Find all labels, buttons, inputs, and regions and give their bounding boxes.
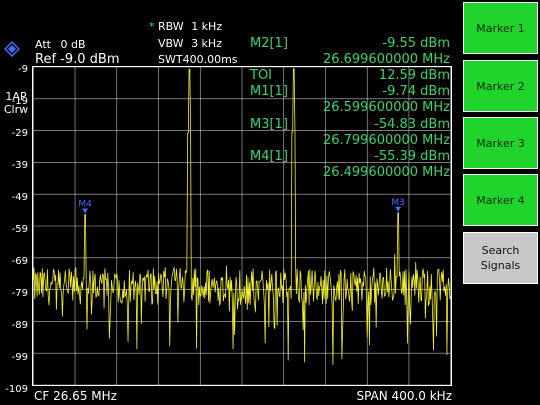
- att-label: Att: [35, 38, 51, 51]
- search-signals-line1: Search: [481, 244, 520, 257]
- marker-m4-label: M4: [78, 200, 92, 210]
- m4-level: -55.39 dBm: [374, 149, 450, 164]
- y-tick-label: -79: [11, 288, 28, 299]
- vbw-row: VBW 3 kHz: [158, 37, 222, 50]
- y-tick-label: -69: [11, 256, 28, 267]
- vbw-value: 3 kHz: [191, 37, 222, 50]
- marker-m3-label: M3: [391, 198, 404, 208]
- swt-row: SWT400.00ms: [158, 53, 238, 66]
- m4-label: M4[1]: [250, 149, 288, 164]
- span: SPAN 400.0 kHz: [356, 389, 452, 403]
- y-tick-label: -109: [5, 384, 28, 395]
- instrument-logo-icon: [3, 40, 21, 60]
- swt-value: 400.00ms: [182, 53, 238, 66]
- reference-level: Ref -9.0 dBm: [35, 52, 120, 67]
- m4-freq: 26.499600000 MHz: [322, 165, 450, 180]
- m1-freq: 26.599600000 MHz: [322, 100, 450, 115]
- m1-label: M1[1]: [250, 84, 288, 99]
- rbw-row: * RBW 1 kHz: [149, 20, 222, 33]
- center-frequency: CF 26.65 MHz: [34, 389, 117, 403]
- attenuation: Att 0 dB: [35, 38, 86, 51]
- y-tick-label: -9: [18, 64, 28, 75]
- m1-level: -9.74 dBm: [382, 84, 450, 99]
- y-tick-label: -29: [11, 128, 28, 139]
- rbw-value: 1 kHz: [191, 20, 223, 33]
- search-signals-line2: Signals: [480, 259, 521, 272]
- y-tick-label: -59: [11, 224, 28, 235]
- softkey-marker-2[interactable]: Marker 2: [463, 60, 538, 112]
- softkey-marker-1[interactable]: Marker 1: [463, 2, 538, 54]
- y-tick-label: -99: [11, 352, 28, 363]
- m2-level: -9.55 dBm: [382, 36, 450, 51]
- softkey-marker-3[interactable]: Marker 3: [463, 117, 538, 169]
- swt-label: SWT: [158, 53, 183, 66]
- y-tick-label: -49: [11, 192, 28, 203]
- rbw-label: RBW: [158, 20, 184, 33]
- y-tick-label: -89: [11, 320, 28, 331]
- m2-freq: 26.699600000 MHz: [322, 52, 450, 67]
- softkey-marker-4[interactable]: Marker 4: [463, 174, 538, 226]
- att-value: 0 dB: [60, 38, 86, 51]
- toi-value: 12.59 dBm: [378, 68, 450, 83]
- m2-label: M2[1]: [250, 36, 288, 51]
- asterisk-icon: *: [149, 20, 155, 33]
- toi-label: TOI: [250, 68, 273, 83]
- vbw-label: VBW: [158, 37, 184, 50]
- m3-level: -54.83 dBm: [374, 117, 450, 132]
- m3-freq: 26.799600000 MHz: [322, 133, 450, 148]
- y-tick-label: -19: [11, 96, 28, 107]
- m3-label: M3[1]: [250, 117, 288, 132]
- softkey-search-signals[interactable]: Search Signals: [463, 232, 538, 284]
- y-tick-label: -39: [11, 160, 28, 171]
